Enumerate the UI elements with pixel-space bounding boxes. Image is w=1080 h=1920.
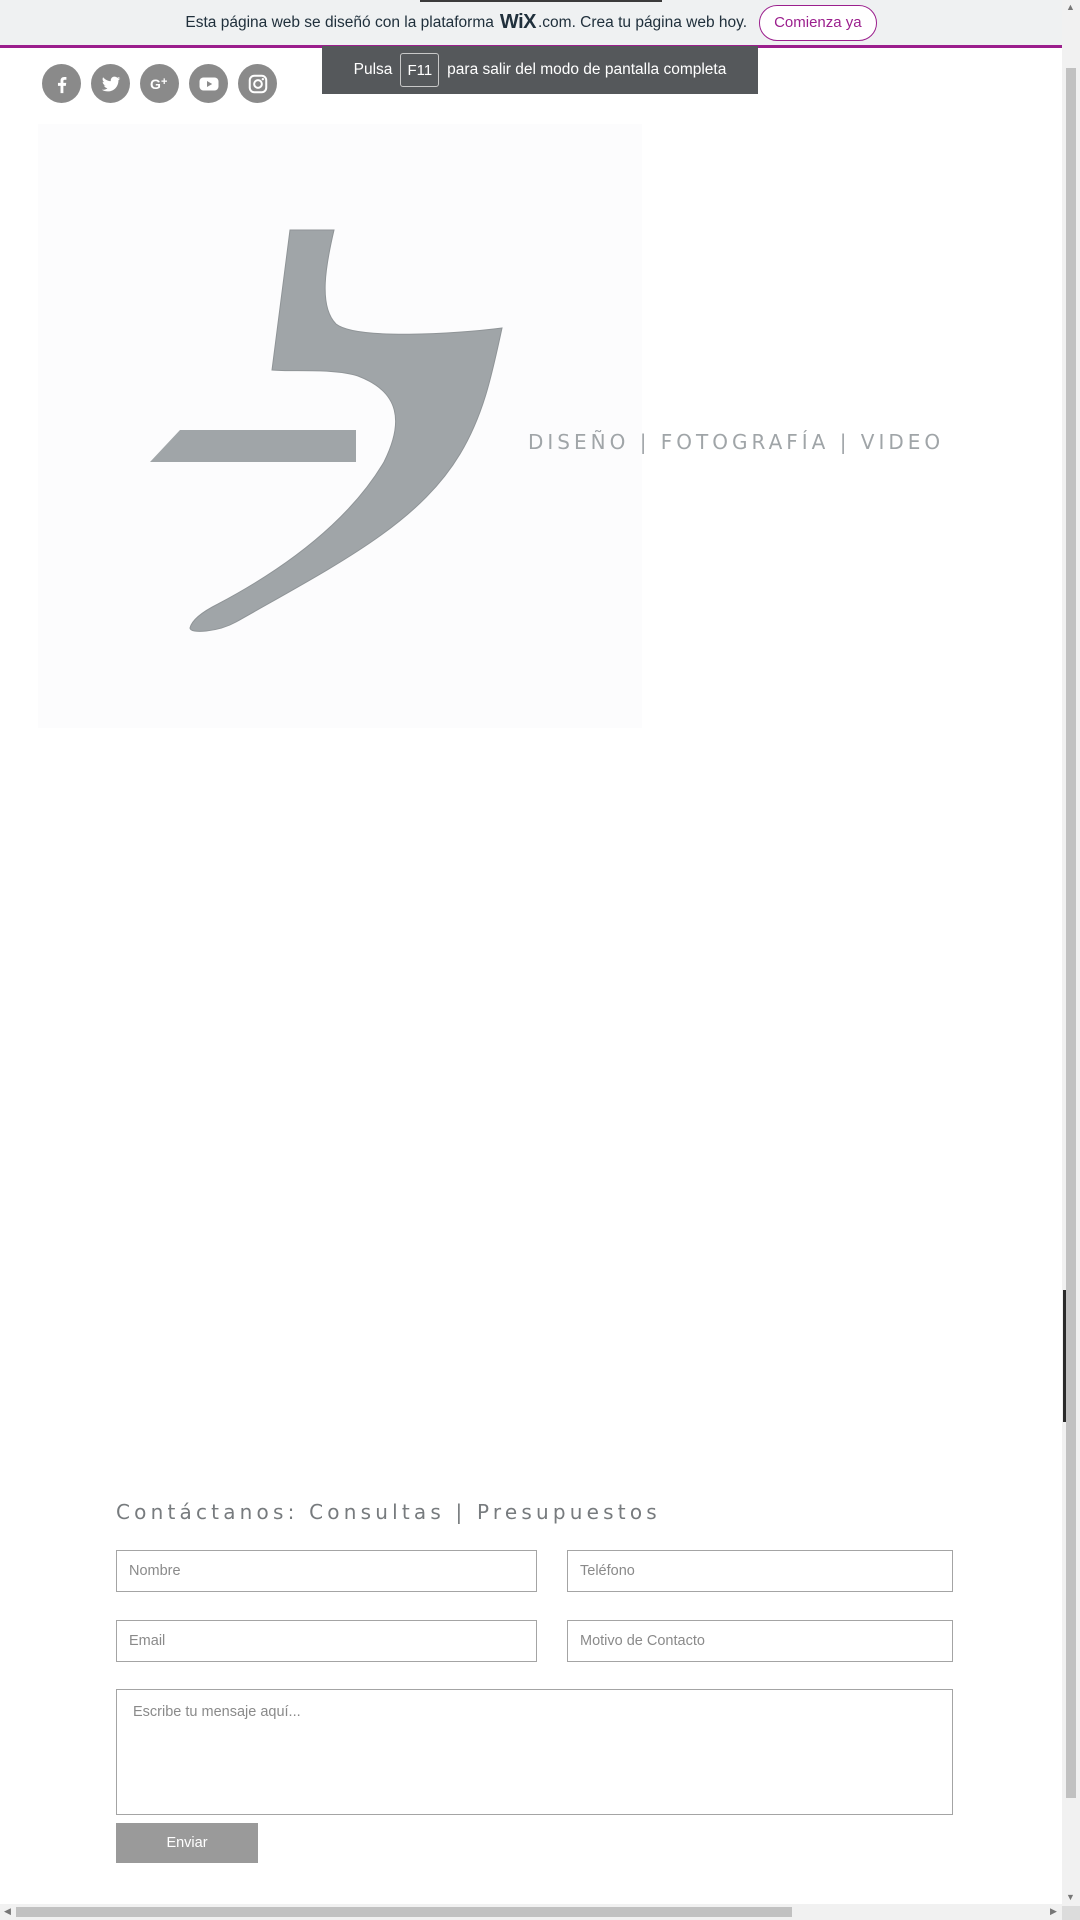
youtube-icon[interactable] — [189, 64, 228, 103]
toast-suffix: para salir del modo de pantalla completa — [447, 61, 727, 78]
contact-reason-input[interactable]: Motivo de Contacto — [567, 1620, 953, 1662]
banner-text: Esta página web se diseñó con la platafo… — [185, 13, 494, 31]
scroll-right-arrow-icon[interactable]: ▶ — [1050, 1906, 1057, 1916]
scroll-left-arrow-icon[interactable]: ◀ — [4, 1906, 11, 1916]
start-now-button[interactable]: Comienza ya — [759, 4, 877, 41]
send-button[interactable]: Enviar — [116, 1823, 258, 1863]
scrollbar-corner — [1062, 1906, 1080, 1920]
message-textarea[interactable]: Escribe tu mensaje aquí... — [116, 1689, 953, 1815]
toast-prefix: Pulsa — [353, 61, 393, 78]
message-placeholder: Escribe tu mensaje aquí... — [133, 1704, 301, 1720]
name-input[interactable]: Nombre — [116, 1550, 537, 1592]
fullscreen-exit-toast: Pulsa F11 para salir del modo de pantall… — [322, 46, 758, 94]
horizontal-scrollbar[interactable]: ◀ ▶ — [0, 1904, 1062, 1920]
contact-section-title: Contáctanos: Consultas | Presupuestos — [116, 1500, 661, 1524]
toast-top-line — [420, 0, 662, 2]
social-bar: G + — [42, 64, 277, 103]
phone-input[interactable]: Teléfono — [567, 1550, 953, 1592]
wix-promo-banner: Esta página web se diseñó con la platafo… — [0, 0, 1062, 48]
brand-tagline: DISEÑO | FOTOGRAFÍA | VIDEO — [528, 430, 945, 454]
google-plus-icon[interactable]: G + — [140, 64, 179, 103]
brand-mark-logo — [150, 229, 503, 632]
facebook-icon[interactable] — [42, 64, 81, 103]
svg-text:+: + — [161, 76, 167, 88]
email-placeholder: Email — [129, 1633, 166, 1649]
instagram-icon[interactable] — [238, 64, 277, 103]
vertical-scroll-thumb[interactable] — [1066, 68, 1076, 1798]
wix-logo[interactable]: WiX — [500, 11, 537, 34]
brand-logo-block — [38, 124, 642, 728]
scroll-down-arrow-icon[interactable]: ▼ — [1066, 1892, 1075, 1902]
twitter-icon[interactable] — [91, 64, 130, 103]
name-placeholder: Nombre — [129, 1563, 181, 1579]
contact-reason-placeholder: Motivo de Contacto — [580, 1633, 705, 1649]
email-input[interactable]: Email — [116, 1620, 537, 1662]
phone-placeholder: Teléfono — [580, 1563, 635, 1579]
banner-text-after: .com. Crea tu página web hoy. — [537, 13, 748, 31]
svg-text:G: G — [150, 76, 161, 92]
scroll-up-arrow-icon[interactable]: ▲ — [1066, 2, 1075, 12]
scroll-position-marker — [1063, 1290, 1066, 1422]
horizontal-scroll-thumb[interactable] — [16, 1907, 792, 1917]
f11-key-hint: F11 — [400, 53, 440, 87]
vertical-scrollbar[interactable]: ▲ ▼ — [1062, 0, 1080, 1906]
